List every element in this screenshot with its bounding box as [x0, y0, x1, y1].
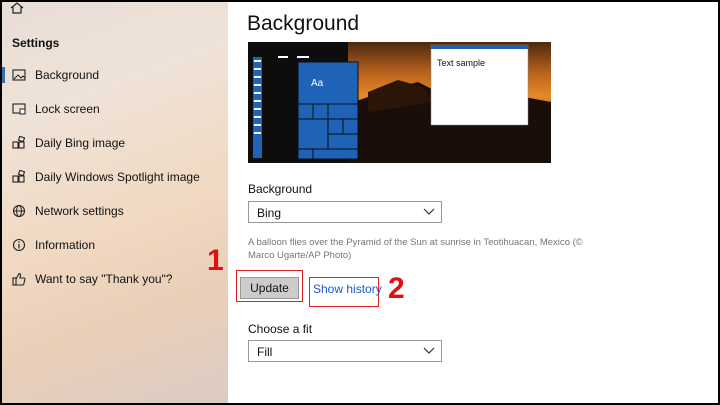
thumbs-up-icon	[12, 272, 26, 286]
sidebar-item-information[interactable]: Information	[2, 230, 228, 260]
app-window: Settings Background Lock screen Daily Bi…	[2, 2, 718, 403]
preview-image	[248, 42, 551, 163]
sidebar-item-label: Network settings	[35, 204, 124, 218]
choose-fit-label: Choose a fit	[248, 322, 313, 336]
puzzle-icon	[12, 136, 26, 149]
sidebar-item-daily-bing[interactable]: Daily Bing image	[2, 128, 228, 158]
show-history-link[interactable]: Show history	[313, 282, 382, 296]
home-icon[interactable]	[10, 2, 24, 14]
sidebar-item-label: Information	[35, 238, 96, 252]
sidebar-item-label: Lock screen	[35, 102, 100, 116]
fit-dropdown-value: Fill	[257, 345, 273, 359]
sidebar-item-label: Daily Bing image	[35, 136, 126, 150]
sidebar-item-label: Want to say "Thank you"?	[35, 272, 173, 286]
image-caption: A balloon flies over the Pyramid of the …	[248, 237, 583, 261]
preview-tile-text: Aa	[311, 78, 324, 89]
background-label: Background	[248, 182, 313, 196]
sidebar-item-network[interactable]: Network settings	[2, 196, 228, 226]
globe-icon	[12, 204, 26, 218]
puzzle-icon	[12, 170, 26, 183]
preview-window-text: Text sample	[437, 58, 486, 68]
main-panel: Background Aa Text sample Background Bin…	[228, 2, 718, 403]
sidebar-title: Settings	[12, 36, 60, 50]
sidebar-item-label: Background	[35, 68, 100, 82]
page-title: Background	[247, 12, 360, 35]
chevron-down-icon	[423, 347, 435, 354]
sidebar: Settings Background Lock screen Daily Bi…	[2, 2, 228, 403]
image-icon	[12, 69, 26, 81]
info-icon	[12, 238, 26, 252]
annotation-number-1: 1	[207, 244, 224, 277]
lock-screen-icon	[12, 103, 26, 115]
update-button[interactable]: Update	[240, 277, 299, 299]
sidebar-item-label: Daily Windows Spotlight image	[35, 170, 200, 184]
background-dropdown-value: Bing	[257, 206, 282, 220]
chevron-down-icon	[423, 208, 435, 215]
fit-dropdown[interactable]: Fill	[248, 340, 442, 362]
sidebar-item-lock-screen[interactable]: Lock screen	[2, 94, 228, 124]
sidebar-item-spotlight[interactable]: Daily Windows Spotlight image	[2, 162, 228, 192]
annotation-number-2: 2	[388, 272, 405, 305]
background-dropdown[interactable]: Bing	[248, 201, 442, 223]
sidebar-item-thank-you[interactable]: Want to say "Thank you"?	[2, 264, 228, 294]
sidebar-item-background[interactable]: Background	[2, 60, 228, 90]
background-preview: Aa Text sample	[248, 42, 551, 163]
